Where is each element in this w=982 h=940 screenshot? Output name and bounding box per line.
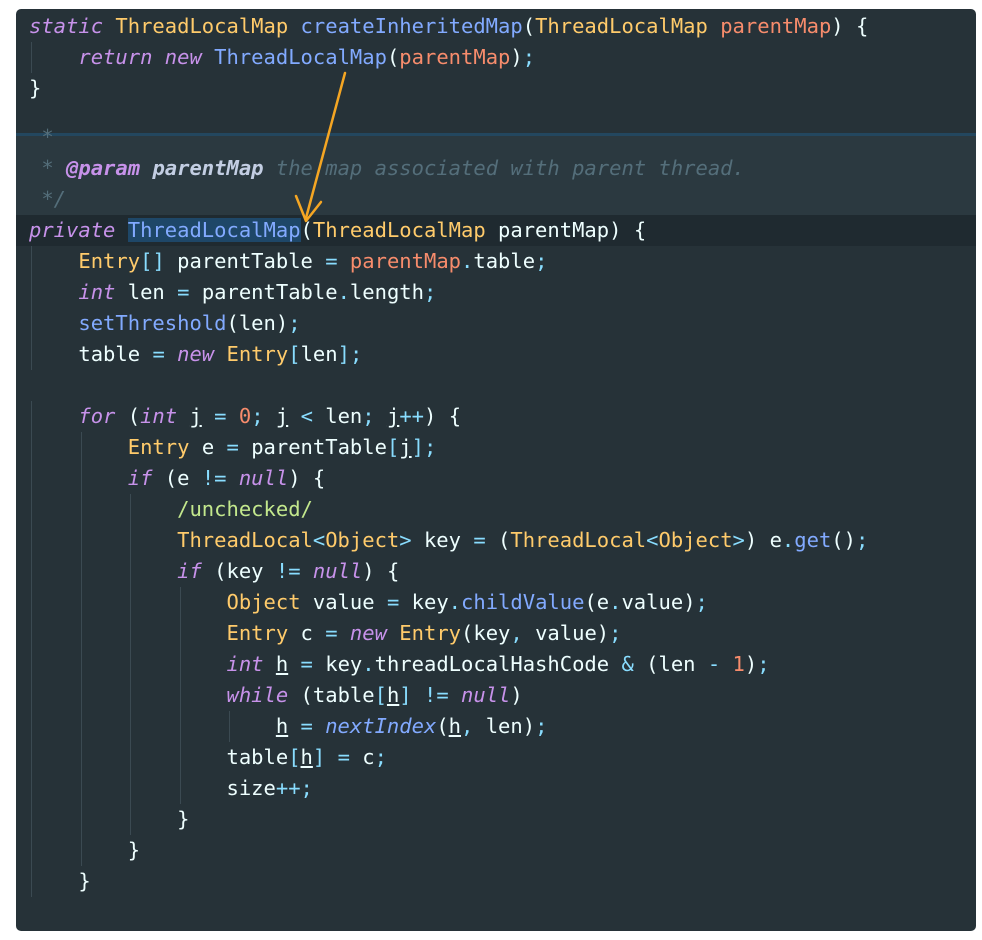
code-text: * [29,124,54,149]
code-line-28[interactable]: } [16,834,976,866]
code-text: int len = parentTable.length; [78,279,437,304]
code-editor[interactable]: static ThreadLocalMap createInheritedMap… [16,9,976,931]
code-line-7[interactable]: */ [16,184,976,215]
code-line-16[interactable]: if (e != null) { [16,462,976,494]
code-text: Object value = key.childValue(e.value); [226,589,708,614]
code-line-13[interactable] [16,370,976,401]
code-line-8[interactable]: private ThreadLocalMap(ThreadLocalMap pa… [16,214,976,246]
code-text: private ThreadLocalMap(ThreadLocalMap pa… [29,217,647,242]
code-line-12[interactable]: table = new Entry[len]; [16,338,976,370]
code-line-18[interactable]: ThreadLocal<Object> key = (ThreadLocal<O… [16,524,976,556]
code-line-2[interactable]: return new ThreadLocalMap(parentMap); [16,41,976,73]
code-text: for (int j = 0; j < len; j++) { [78,403,462,428]
code-text: static ThreadLocalMap createInheritedMap… [29,13,869,38]
code-text: while (table[h] != null) [226,682,523,707]
code-text: ThreadLocal<Object> key = (ThreadLocal<O… [177,527,869,552]
code-line-21[interactable]: Entry c = new Entry(key, value); [16,617,976,649]
code-text: return new ThreadLocalMap(parentMap); [78,44,536,69]
code-text: table[h] = c; [226,744,387,769]
code-line-10[interactable]: int len = parentTable.length; [16,276,976,308]
code-line-9[interactable]: Entry[] parentTable = parentMap.table; [16,245,976,277]
code-text: } [127,837,141,862]
code-text: } [78,868,91,893]
code-text: int h = key.threadLocalHashCode & (len -… [226,651,770,676]
code-line-29[interactable]: } [16,865,976,897]
code-text: */ [29,186,67,211]
code-line-5[interactable]: * [16,122,976,153]
code-text: * @param parentMap the map associated wi… [29,155,745,180]
code-line-19[interactable]: if (key != null) { [16,555,976,587]
code-text: Entry e = parentTable[j]; [127,434,437,459]
code-text: if (key != null) { [177,558,400,583]
code-line-11[interactable]: setThreshold(len); [16,307,976,339]
code-line-22[interactable]: int h = key.threadLocalHashCode & (len -… [16,648,976,680]
code-text: } [29,75,42,100]
code-line-20[interactable]: Object value = key.childValue(e.value); [16,586,976,618]
code-text: setThreshold(len); [78,310,301,335]
code-line-3[interactable]: } [16,73,976,104]
code-line-24[interactable]: h = nextIndex(h, len); [16,710,976,742]
selected-constructor-name[interactable]: ThreadLocalMap [127,217,301,242]
code-line-15[interactable]: Entry e = parentTable[j]; [16,431,976,463]
code-text: } [177,806,190,831]
code-text: /unchecked/ [177,496,313,521]
code-text: Entry[] parentTable = parentMap.table; [78,248,548,273]
code-text: h = nextIndex(h, len); [275,713,548,738]
code-line-23[interactable]: while (table[h] != null) [16,679,976,711]
code-line-27[interactable]: } [16,803,976,835]
code-text: if (e != null) { [127,465,326,490]
code-line-14[interactable]: for (int j = 0; j < len; j++) { [16,400,976,432]
code-text: size++; [226,775,313,800]
code-text: Entry c = new Entry(key, value); [226,620,622,645]
code-line-6[interactable]: * @param parentMap the map associated wi… [16,153,976,184]
code-line-1[interactable]: static ThreadLocalMap createInheritedMap… [16,11,976,42]
code-line-26[interactable]: size++; [16,772,976,804]
code-text: table = new Entry[len]; [78,341,363,366]
code-line-25[interactable]: table[h] = c; [16,741,976,773]
code-line-17[interactable]: /unchecked/ [16,493,976,525]
